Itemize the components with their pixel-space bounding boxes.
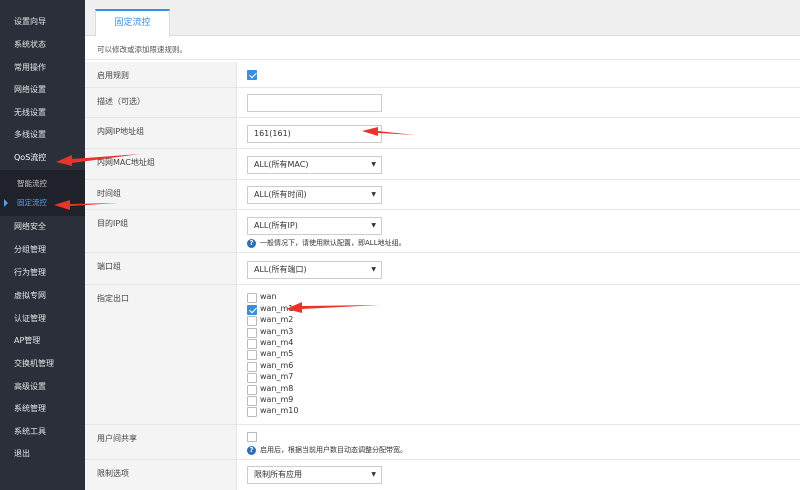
egress-option-label: wan_m8 bbox=[260, 384, 294, 393]
divider bbox=[85, 59, 800, 60]
lan-ip-group-input[interactable]: 161(161) bbox=[247, 125, 382, 143]
row-limit-option: 限制选项 限制所有应用 ▼ bbox=[85, 460, 800, 490]
enable-rule-label: 启用规则 bbox=[97, 71, 129, 80]
sidebar-item-network-settings[interactable]: 网络设置 bbox=[0, 79, 85, 101]
row-share: 用户间共享 ? 启用后，根据当前用户数目动态调整分配带宽。 bbox=[85, 425, 800, 460]
qos-submenu: 智能流控 固定流控 bbox=[0, 170, 85, 216]
description-label: 描述（可选） bbox=[97, 97, 145, 106]
dest-ip-group-value: ALL(所有IP) bbox=[254, 221, 298, 230]
dest-ip-group-help-text: 一般情况下，请使用默认配置，即ALL地址组。 bbox=[260, 239, 406, 247]
row-lan-mac-group: 内网MAC地址组 ALL(所有MAC) ▼ bbox=[85, 149, 800, 180]
sidebar-item-network-security[interactable]: 网络安全 bbox=[0, 216, 85, 238]
dropdown-arrow-icon: ▼ bbox=[371, 471, 376, 478]
main-content: 固定流控 可以修改或添加限速规则。 启用规则 描述（可选） 内网IP地址组 16… bbox=[85, 0, 800, 490]
sidebar-item-system-tools[interactable]: 系统工具 bbox=[0, 421, 85, 443]
share-label: 用户间共享 bbox=[97, 434, 137, 443]
egress-checkbox[interactable] bbox=[247, 407, 257, 417]
tab-bar: 固定流控 bbox=[85, 0, 800, 37]
dest-ip-group-help: ? 一般情况下，请使用默认配置，即ALL地址组。 bbox=[247, 238, 406, 248]
row-port-group: 端口组 ALL(所有端口) ▼ bbox=[85, 253, 800, 285]
active-marker-icon bbox=[4, 199, 8, 207]
time-group-label: 时间组 bbox=[97, 189, 121, 198]
egress-option-label: wan_m6 bbox=[260, 361, 294, 370]
share-help-text: 启用后，根据当前用户数目动态调整分配带宽。 bbox=[260, 446, 407, 454]
limit-option-label: 限制选项 bbox=[97, 469, 129, 478]
sidebar-item-auth-management[interactable]: 认证管理 bbox=[0, 308, 85, 330]
sidebar-item-wireless-settings[interactable]: 无线设置 bbox=[0, 102, 85, 124]
share-checkbox[interactable] bbox=[247, 432, 257, 442]
row-egress: 指定出口 wan wan_m1 wan_m2 wan_m3 wan_m4 wan… bbox=[85, 285, 800, 425]
sidebar-item-system-status[interactable]: 系统状态 bbox=[0, 34, 85, 56]
sidebar-item-setup-wizard[interactable]: 设置向导 bbox=[0, 11, 85, 33]
sidebar-item-system-management[interactable]: 系统管理 bbox=[0, 398, 85, 420]
lan-mac-group-select[interactable]: ALL(所有MAC) ▼ bbox=[247, 156, 382, 174]
egress-label: 指定出口 bbox=[97, 294, 129, 303]
submenu-item-smart-qos[interactable]: 智能流控 bbox=[0, 174, 85, 194]
row-enable-rule: 启用规则 bbox=[85, 62, 800, 88]
sidebar-item-ap-management[interactable]: AP管理 bbox=[0, 330, 85, 352]
dropdown-arrow-icon: ▼ bbox=[371, 266, 376, 273]
egress-checkbox[interactable] bbox=[247, 350, 257, 360]
port-group-value: ALL(所有端口) bbox=[254, 265, 307, 274]
sidebar-item-advanced-settings[interactable]: 高级设置 bbox=[0, 376, 85, 398]
description-input[interactable] bbox=[247, 94, 382, 112]
sidebar-item-vpn[interactable]: 虚拟专网 bbox=[0, 285, 85, 307]
share-help: ? 启用后，根据当前用户数目动态调整分配带宽。 bbox=[247, 445, 407, 455]
submenu-item-fixed-qos[interactable]: 固定流控 bbox=[0, 193, 85, 213]
row-dest-ip-group: 目的IP组 ALL(所有IP) ▼ ? 一般情况下，请使用默认配置，即ALL地址组… bbox=[85, 210, 800, 253]
sidebar-item-switch-management[interactable]: 交换机管理 bbox=[0, 353, 85, 375]
egress-option-label: wan_m1 bbox=[260, 304, 294, 313]
egress-checkbox[interactable] bbox=[247, 328, 257, 338]
egress-option-label: wan_m10 bbox=[260, 406, 299, 415]
submenu-item-fixed-qos-label: 固定流控 bbox=[17, 198, 47, 207]
sidebar-item-qos[interactable]: QoS流控 bbox=[0, 147, 85, 169]
dest-ip-group-select[interactable]: ALL(所有IP) ▼ bbox=[247, 217, 382, 235]
sidebar: 设置向导 系统状态 常用操作 网络设置 无线设置 多线设置 QoS流控 智能流控… bbox=[0, 0, 85, 490]
port-group-label: 端口组 bbox=[97, 262, 121, 271]
egress-option-label: wan_m3 bbox=[260, 327, 294, 336]
sidebar-item-logout[interactable]: 退出 bbox=[0, 443, 85, 465]
egress-checkbox[interactable] bbox=[247, 373, 257, 383]
egress-checkbox[interactable] bbox=[247, 316, 257, 326]
port-group-select[interactable]: ALL(所有端口) ▼ bbox=[247, 261, 382, 279]
lan-ip-group-label: 内网IP地址组 bbox=[97, 127, 145, 136]
egress-checkbox[interactable] bbox=[247, 362, 257, 372]
dropdown-arrow-icon: ▼ bbox=[371, 161, 376, 168]
egress-option-label: wan bbox=[260, 292, 277, 301]
limit-option-value: 限制所有应用 bbox=[254, 470, 302, 479]
row-lan-ip-group: 内网IP地址组 161(161) bbox=[85, 118, 800, 149]
dest-ip-group-label: 目的IP组 bbox=[97, 219, 129, 228]
egress-option-label: wan_m7 bbox=[260, 372, 294, 381]
row-time-group: 时间组 ALL(所有时间) ▼ bbox=[85, 180, 800, 210]
lan-mac-group-label: 内网MAC地址组 bbox=[97, 158, 155, 167]
egress-checkbox[interactable] bbox=[247, 385, 257, 395]
lan-mac-group-value: ALL(所有MAC) bbox=[254, 160, 309, 169]
row-description: 描述（可选） bbox=[85, 88, 800, 118]
question-icon: ? bbox=[247, 445, 256, 455]
egress-checkbox[interactable] bbox=[247, 293, 257, 303]
egress-checkbox[interactable] bbox=[247, 396, 257, 406]
time-group-select[interactable]: ALL(所有时间) ▼ bbox=[247, 186, 382, 204]
egress-option-label: wan_m2 bbox=[260, 315, 294, 324]
time-group-value: ALL(所有时间) bbox=[254, 190, 307, 199]
limit-option-select[interactable]: 限制所有应用 ▼ bbox=[247, 466, 382, 484]
egress-option-label: wan_m5 bbox=[260, 349, 294, 358]
sidebar-item-group-management[interactable]: 分组管理 bbox=[0, 239, 85, 261]
enable-rule-checkbox[interactable] bbox=[247, 70, 257, 80]
egress-option-label: wan_m9 bbox=[260, 395, 294, 404]
dropdown-arrow-icon: ▼ bbox=[371, 191, 376, 198]
egress-checkbox[interactable] bbox=[247, 305, 257, 315]
page-hint: 可以修改或添加限速规则。 bbox=[97, 45, 187, 54]
egress-checkbox[interactable] bbox=[247, 339, 257, 349]
sidebar-item-behavior-management[interactable]: 行为管理 bbox=[0, 262, 85, 284]
sidebar-item-common-ops[interactable]: 常用操作 bbox=[0, 57, 85, 79]
tab-fixed-qos[interactable]: 固定流控 bbox=[95, 9, 170, 37]
sidebar-item-multiline-settings[interactable]: 多线设置 bbox=[0, 124, 85, 146]
egress-option-label: wan_m4 bbox=[260, 338, 294, 347]
question-icon: ? bbox=[247, 238, 256, 248]
dropdown-arrow-icon: ▼ bbox=[371, 222, 376, 229]
